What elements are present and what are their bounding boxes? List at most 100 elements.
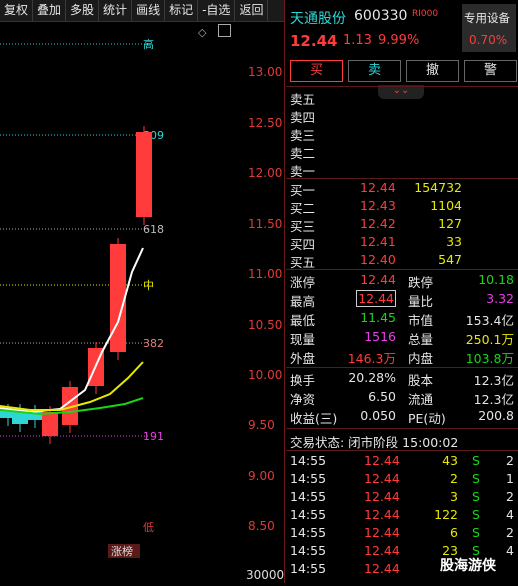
limit-up-label: 涨榜 [111,544,133,558]
buy-level-label: 买四 [290,237,316,252]
quote-label: 最低 [290,313,316,328]
toolbar-btn-6[interactable]: -自选 [198,0,236,21]
chart-toolbar: 复权 叠加 多股 统计 画线 标记 -自选 返回 [0,0,284,22]
tick-row: 14:55 12.44 2 S 1 [286,471,518,489]
buy-level-label: 买二 [290,201,316,216]
tick-side: S [472,453,480,468]
fundamental-value: 200.8 [478,408,514,423]
kline-chart-svg: 高809618中382191低涨榜 [0,37,164,558]
marker-618: 618 [143,223,164,236]
marker-191: 191 [143,430,164,443]
y-tick-label: 11.00 [248,267,283,281]
action-btn-2[interactable]: 撤 [406,60,459,82]
sell-level-row: 卖三 [286,125,518,143]
action-btn-3[interactable]: 警 [464,60,517,82]
buy-level-row: 买二 12.43 1104 [286,198,518,216]
buy-level-volume: 154732 [414,180,462,195]
toolbar-btn-5[interactable]: 标记 [165,0,199,21]
trade-status: 交易状态: 闭市阶段 15:00:02 [290,435,459,450]
toolbar-btn-2[interactable]: 多股 [66,0,100,21]
toolbar-btn-7[interactable]: 返回 [235,0,269,21]
buy-level-row: 买一 12.44 154732 [286,180,518,198]
quote-label: 涨停 [290,275,316,290]
fundamental-value: 12.3亿 [473,392,514,407]
buy-level-volume: 1104 [430,198,462,213]
buy-level-price: 12.40 [360,252,396,267]
watermark: 股海游侠 [440,558,496,574]
buy-level-price: 12.44 [360,180,396,195]
toolbar-btn-1[interactable]: 叠加 [33,0,67,21]
quote-value: 12.44 [356,290,396,307]
tick-price: 12.44 [364,471,400,486]
fundamental-row: 收益(三) 0.050 PE(动) 200.8 [286,408,518,426]
kline-chart[interactable]: 高 809 618 中 382 191 低涨榜 ◇ 13.00 12.50 12.00 11.50… [0,22,284,583]
tick-time: 14:55 [290,525,327,540]
y-tick-label: 12.00 [248,166,283,180]
y-tick-label: 10.50 [248,318,283,332]
quote-value: 3.32 [486,291,514,306]
sell-level-row: 卖五 [286,89,518,107]
quote-label: 最高 [290,294,316,309]
marker-high: 高 [143,37,154,51]
tick-time: 14:55 [290,561,327,576]
tick-row: 14:55 12.44 43 S 2 [286,453,518,471]
quote-value: 1516 [364,329,396,344]
quote-row: 涨停 12.44 跌停 10.18 [286,272,518,290]
tick-price: 12.44 [364,489,400,504]
buy-level-volume: 127 [438,216,462,231]
fundamental-label: PE(动) [408,411,446,426]
y-tick-label: 9.00 [248,469,275,483]
stock-name: 天通股份 [290,11,346,27]
volume-tick-label: 30000 [246,568,285,582]
quote-value: 10.18 [478,272,514,287]
buy-level-volume: 547 [438,252,462,267]
fundamental-value: 6.50 [368,389,396,404]
tick-price: 12.44 [364,561,400,576]
quote-value: 146.3万 [347,351,396,366]
sector-box[interactable]: 专用设备 0.70% [462,4,516,52]
quote-value: 250.1万 [465,332,514,347]
action-btn-0[interactable]: 买 [290,60,343,82]
fundamental-value: 20.28% [348,370,396,385]
tick-time: 14:55 [290,453,327,468]
candle-body [110,244,126,352]
buy-level-label: 买一 [290,183,316,198]
y-tick-label: 12.50 [248,116,283,130]
fundamental-label: 换手 [290,373,316,388]
tick-time: 14:55 [290,507,327,522]
quote-label: 总量 [408,332,434,347]
action-btn-1[interactable]: 卖 [348,60,401,82]
y-tick-label: 11.50 [248,217,283,231]
tick-time: 14:55 [290,489,327,504]
quote-value: 103.8万 [465,351,514,366]
tick-row: 14:55 12.44 6 S 2 [286,525,518,543]
buy-level-label: 买三 [290,219,316,234]
buy-level-row: 买四 12.41 33 [286,234,518,252]
tick-price: 12.44 [364,543,400,558]
buy-level-row: 买三 12.42 127 [286,216,518,234]
window-toggle-icon[interactable] [218,24,231,37]
quote-panel: 天通股份 600330 RI000 12.44 1.13 9.99% 专用设备 … [286,0,518,583]
fundamental-label: 股本 [408,373,434,388]
fundamental-label: 净资 [290,392,316,407]
panel-divider [284,0,285,583]
marker-low: 低 [143,521,154,534]
quote-label: 外盘 [290,351,316,366]
quote-label: 市值 [408,313,434,328]
stock-code: 600330 [354,8,408,24]
candle-body [136,132,152,217]
quote-label: 现量 [290,332,316,347]
toolbar-btn-0[interactable]: 复权 [0,0,34,21]
buy-level-price: 12.42 [360,216,396,231]
toolbar-btn-3[interactable]: 统计 [99,0,133,21]
sell-level-label: 卖二 [290,146,316,161]
quote-value: 12.44 [360,272,396,287]
tick-volume: 43 [442,453,458,468]
sell-level-label: 卖四 [290,110,316,125]
tick-count: 4 [506,507,514,522]
sell-level-row: 卖二 [286,143,518,161]
stock-tag: RI000 [412,9,439,19]
quote-row: 外盘 146.3万 内盘 103.8万 [286,348,518,366]
toolbar-btn-4[interactable]: 画线 [132,0,166,21]
diamond-icon[interactable]: ◇ [198,26,206,39]
